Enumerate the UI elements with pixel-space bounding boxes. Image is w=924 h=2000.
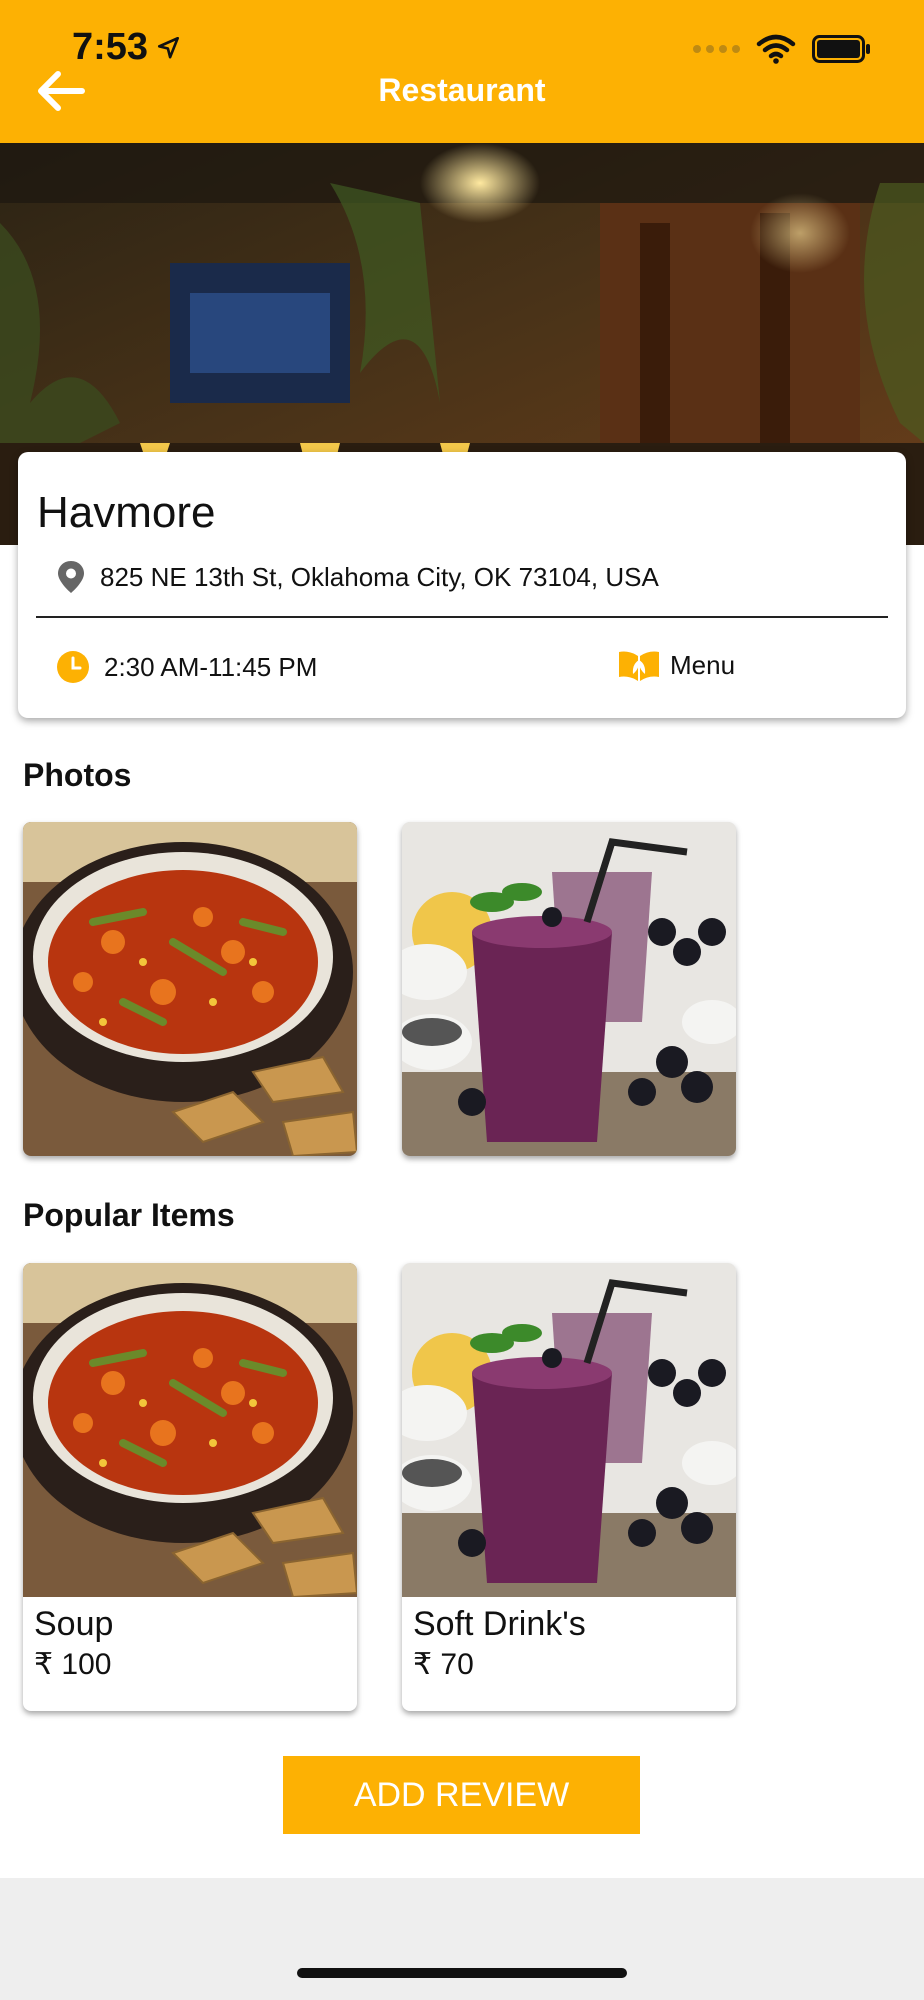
status-icons	[693, 34, 872, 64]
item-price: ₹ 100	[34, 1648, 112, 1681]
menu-label: Menu	[670, 649, 736, 680]
item-name: Soup	[34, 1605, 114, 1643]
menu-book-icon	[619, 651, 659, 681]
location-pin-icon	[58, 561, 84, 593]
restaurant-address: 825 NE 13th St, Oklahoma City, OK 73104,…	[100, 561, 659, 592]
item-name: Soft Drink's	[413, 1605, 586, 1643]
cellular-signal-icon	[693, 45, 740, 53]
location-arrow-icon	[158, 36, 180, 59]
smoothie-image	[402, 822, 736, 1156]
add-review-button[interactable]: ADD REVIEW	[283, 1756, 640, 1834]
item-image-soup	[23, 1263, 357, 1597]
popular-item-card[interactable]: Soft Drink's ₹ 70	[402, 1263, 736, 1711]
restaurant-info-card: Havmore 825 NE 13th St, Oklahoma City, O…	[18, 452, 906, 718]
item-price: ₹ 70	[413, 1648, 474, 1681]
address-row: 825 NE 13th St, Oklahoma City, OK 73104,…	[56, 560, 659, 594]
popular-items-section-title: Popular Items	[23, 1197, 235, 1233]
bottom-area	[0, 1878, 924, 2000]
battery-icon	[812, 35, 870, 63]
photo-thumbnail-soup[interactable]	[23, 822, 357, 1156]
menu-button[interactable]: Menu	[618, 648, 735, 682]
app-header: 7:53 Restaurant	[0, 0, 924, 143]
photos-section-title: Photos	[23, 757, 132, 793]
soup-image	[23, 822, 357, 1156]
divider	[36, 616, 888, 618]
photo-thumbnail-smoothie[interactable]	[402, 822, 736, 1156]
restaurant-name: Havmore	[37, 488, 216, 537]
home-indicator[interactable]	[297, 1968, 627, 1978]
wifi-icon	[756, 34, 796, 64]
opening-hours: 2:30 AM-11:45 PM	[104, 651, 318, 682]
popular-item-card[interactable]: Soup ₹ 100	[23, 1263, 357, 1711]
page-title: Restaurant	[378, 72, 546, 108]
item-image-smoothie	[402, 1263, 736, 1597]
hours-row: 2:30 AM-11:45 PM	[56, 650, 317, 684]
clock-icon	[57, 651, 89, 683]
